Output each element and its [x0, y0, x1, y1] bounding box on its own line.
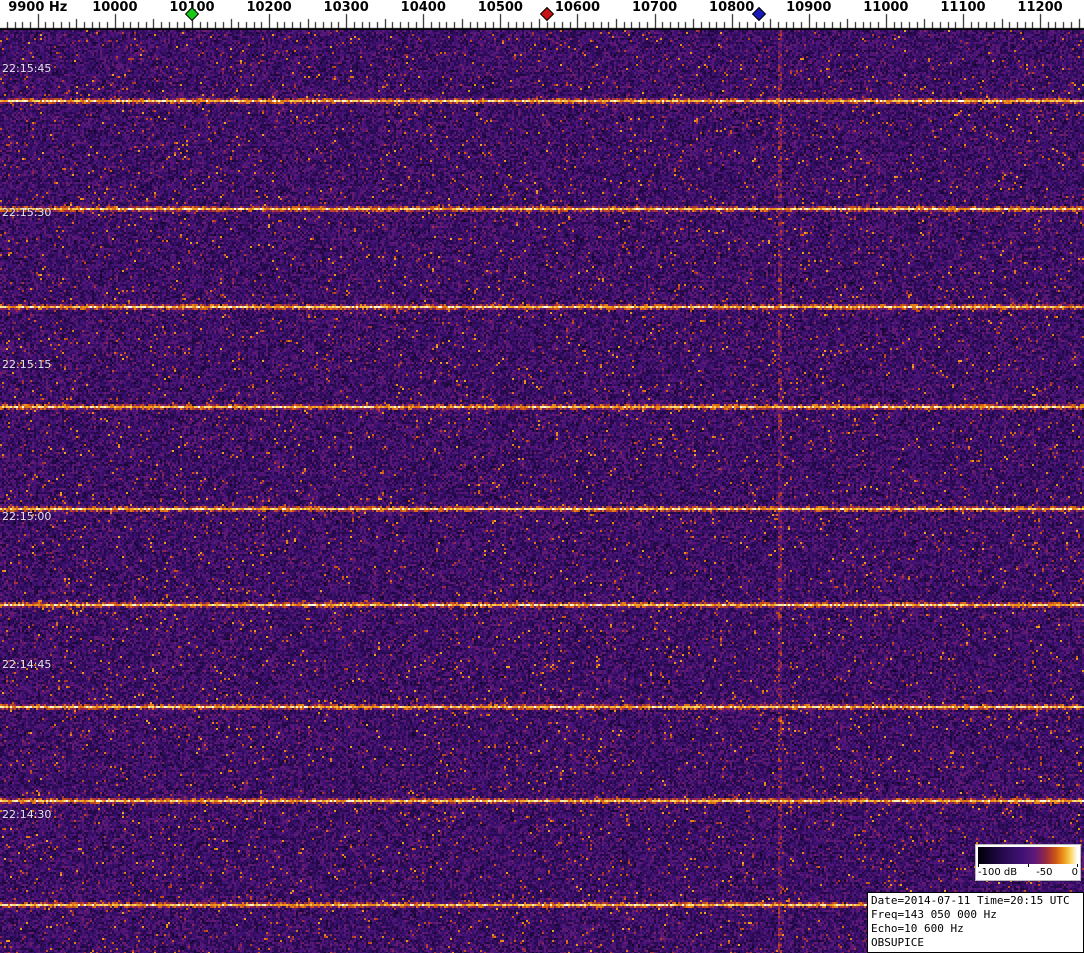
- spectrogram-canvas: [0, 30, 1084, 953]
- info-date-line: Date=2014-07-11 Time=20:15 UTC: [871, 894, 1070, 907]
- freq-tick-label: 11200: [1017, 0, 1063, 15]
- freq-tick-label: 9900 Hz: [8, 0, 68, 15]
- time-tick-label: 22:15:15: [2, 358, 52, 371]
- observation-info-box: Date=2014-07-11 Time=20:15 UTC Freq=143 …: [867, 892, 1084, 953]
- legend-mid-label: -50: [1036, 867, 1053, 878]
- color-scale-legend: -100 dB -50 0: [975, 844, 1081, 881]
- time-tick-label: 22:15:00: [2, 510, 52, 523]
- color-scale-labels: -100 dB -50 0: [978, 864, 1078, 878]
- freq-tick-label: 10400: [400, 0, 446, 15]
- freq-tick-label: 10600: [554, 0, 601, 15]
- freq-tick-label: 10800: [709, 0, 755, 15]
- legend-min-label: -100 dB: [978, 867, 1018, 878]
- time-tick-label: 22:14:45: [2, 658, 52, 671]
- color-scale-gradient: [978, 847, 1078, 864]
- time-tick-label: 22:15:30: [2, 206, 52, 219]
- time-tick-label: 22:15:45: [2, 62, 52, 75]
- freq-tick-label: 10700: [631, 0, 678, 15]
- spectrogram-app: 9900 Hz100001010010200103001040010500106…: [0, 0, 1084, 953]
- time-tick-label: 22:14:30: [2, 808, 52, 821]
- freq-tick-label: 10900: [786, 0, 832, 15]
- info-echo-line: Echo=10 600 Hz: [871, 922, 964, 935]
- info-freq-line: Freq=143 050 000 Hz: [871, 908, 997, 921]
- freq-tick-label: 10300: [323, 0, 369, 15]
- legend-max-label: 0: [1071, 867, 1078, 878]
- info-station-line: OBSUPICE: [871, 936, 924, 949]
- frequency-ruler: 9900 Hz100001010010200103001040010500106…: [0, 0, 1084, 30]
- freq-tick-label: 11100: [940, 0, 986, 15]
- freq-tick-label: 11000: [863, 0, 909, 15]
- freq-tick-label: 10500: [477, 0, 523, 15]
- freq-tick-label: 10000: [92, 0, 138, 15]
- freq-tick-label: 10200: [246, 0, 292, 15]
